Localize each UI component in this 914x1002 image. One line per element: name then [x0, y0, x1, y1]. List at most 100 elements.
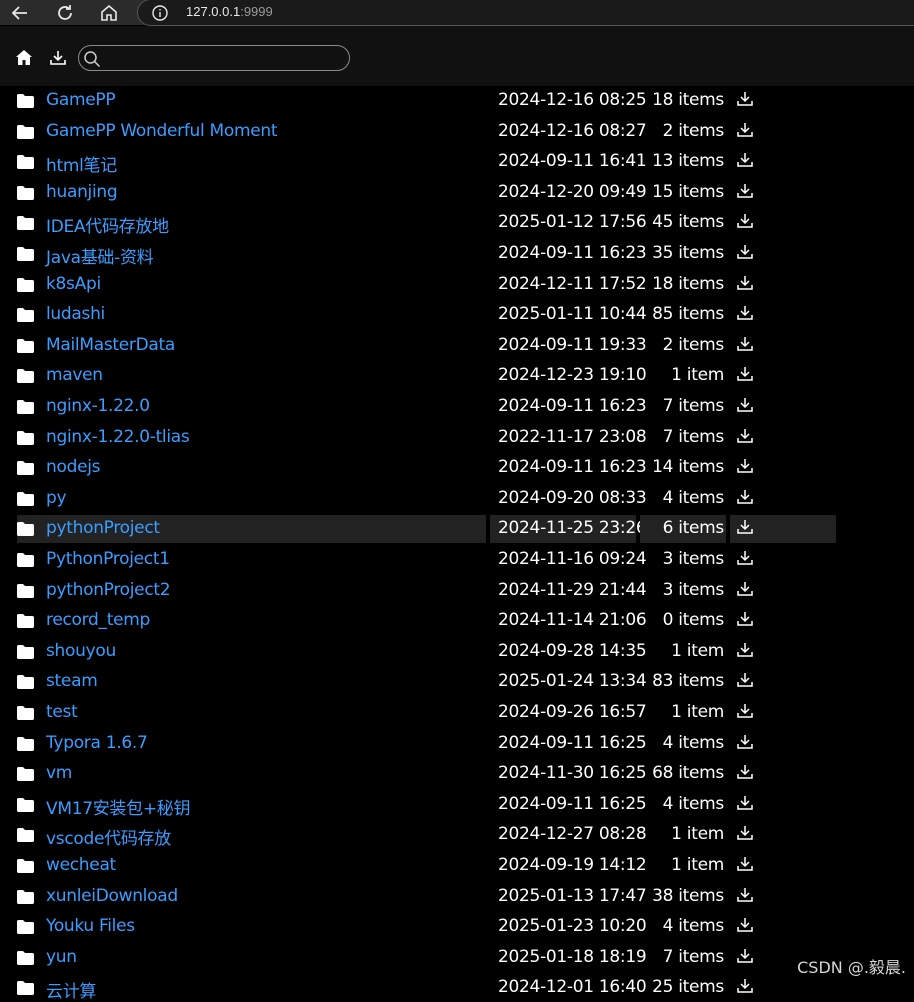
file-name-link[interactable]: huanjing	[46, 182, 118, 202]
site-info-icon[interactable]	[152, 5, 168, 25]
file-row[interactable]: pythonProject2 2024-11-29 21:44 3 items	[17, 577, 836, 605]
download-icon[interactable]	[736, 671, 754, 693]
file-name-link[interactable]: vm	[46, 763, 72, 783]
download-icon[interactable]	[736, 121, 754, 143]
file-name-link[interactable]: ludashi	[46, 304, 105, 324]
download-icon[interactable]	[736, 794, 754, 816]
download-icon[interactable]	[736, 182, 754, 204]
download-icon[interactable]	[736, 243, 754, 265]
file-name-link[interactable]: pythonProject	[46, 518, 160, 538]
download-icon[interactable]	[736, 488, 754, 510]
download-icon[interactable]	[736, 90, 754, 112]
file-name-link[interactable]: Java基础-资料	[46, 243, 154, 268]
download-icon[interactable]	[736, 580, 754, 602]
file-name-link[interactable]: py	[46, 488, 67, 508]
file-name-link[interactable]: maven	[46, 365, 103, 385]
file-row[interactable]: xunleiDownload 2025-01-13 17:47 38 items	[17, 883, 836, 911]
download-icon[interactable]	[736, 396, 754, 418]
download-icon[interactable]	[736, 641, 754, 663]
file-row[interactable]: ludashi 2025-01-11 10:44 85 items	[17, 301, 836, 329]
file-name-link[interactable]: Typora 1.6.7	[46, 733, 148, 753]
download-icon[interactable]	[736, 212, 754, 234]
download-icon[interactable]	[736, 457, 754, 479]
file-row[interactable]: maven 2024-12-23 19:10 1 item	[17, 362, 836, 390]
file-name-link[interactable]: record_temp	[46, 610, 150, 630]
file-row[interactable]: Typora 1.6.7 2024-09-11 16:25 4 items	[17, 730, 836, 758]
file-row[interactable]: k8sApi 2024-12-11 17:52 18 items	[17, 271, 836, 299]
file-row[interactable]: html笔记 2024-09-11 16:41 13 items	[17, 148, 836, 176]
reload-button[interactable]	[54, 2, 76, 24]
file-row[interactable]: nginx-1.22.0-tlias 2022-11-17 23:08 7 item…	[17, 424, 836, 452]
file-name-link[interactable]: Youku Files	[46, 916, 135, 936]
file-name-link[interactable]: MailMasterData	[46, 335, 175, 355]
download-icon[interactable]	[736, 304, 754, 326]
file-name-link[interactable]: vscode代码存放	[46, 824, 171, 849]
download-icon[interactable]	[736, 610, 754, 632]
file-name-link[interactable]: wecheat	[46, 855, 116, 875]
file-row[interactable]: nginx-1.22.0 2024-09-11 16:23 7 items	[17, 393, 836, 421]
home-button[interactable]	[14, 48, 34, 68]
file-row[interactable]: nodejs 2024-09-11 16:23 14 items	[17, 454, 836, 482]
download-all-button[interactable]	[48, 48, 68, 68]
file-name-link[interactable]: steam	[46, 671, 98, 691]
file-row[interactable]: pythonProject 2024-11-25 23:26 6 items	[17, 515, 836, 544]
file-name-link[interactable]: nginx-1.22.0	[46, 396, 150, 416]
file-row[interactable]: IDEA代码存放地 2025-01-12 17:56 45 items	[17, 209, 836, 237]
home-browser-button[interactable]	[98, 2, 120, 24]
file-name-link[interactable]: nodejs	[46, 457, 101, 477]
search-input[interactable]	[105, 49, 345, 69]
file-row[interactable]: wecheat 2024-09-19 14:12 1 item	[17, 852, 836, 880]
file-row[interactable]: test 2024-09-26 16:57 1 item	[17, 699, 836, 727]
download-icon[interactable]	[736, 151, 754, 173]
file-name-link[interactable]: k8sApi	[46, 274, 101, 294]
file-row[interactable]: VM17安装包+秘钥 2024-09-11 16:25 4 items	[17, 791, 836, 819]
back-button[interactable]	[9, 2, 31, 24]
download-icon[interactable]	[736, 947, 754, 969]
file-name-link[interactable]: 云计算	[46, 977, 96, 1002]
download-icon[interactable]	[736, 763, 754, 785]
file-row[interactable]: vscode代码存放 2024-12-27 08:28 1 item	[17, 821, 836, 849]
download-icon[interactable]	[736, 886, 754, 908]
download-icon[interactable]	[736, 702, 754, 724]
file-row[interactable]: Youku Files 2025-01-23 10:20 4 items	[17, 913, 836, 941]
file-row[interactable]: yun 2025-01-18 18:19 7 items	[17, 944, 836, 972]
download-icon[interactable]	[736, 518, 754, 540]
download-icon[interactable]	[736, 549, 754, 571]
file-row[interactable]: PythonProject1 2024-11-16 09:24 3 items	[17, 546, 836, 574]
file-name-link[interactable]: pythonProject2	[46, 580, 171, 600]
file-row[interactable]: 云计算 2024-12-01 16:40 25 items	[17, 974, 836, 1002]
file-row[interactable]: steam 2025-01-24 13:34 83 items	[17, 668, 836, 696]
file-row[interactable]: vm 2024-11-30 16:25 68 items	[17, 760, 836, 788]
search-box[interactable]	[78, 45, 350, 71]
file-name-link[interactable]: IDEA代码存放地	[46, 212, 169, 237]
address-bar[interactable]: 127.0.0.1:9999	[137, 0, 914, 26]
file-name-link[interactable]: yun	[46, 947, 77, 967]
file-date-cell: 2025-01-13 17:47	[490, 883, 647, 911]
file-row[interactable]: Java基础-资料 2024-09-11 16:23 35 items	[17, 240, 836, 268]
file-name-link[interactable]: PythonProject1	[46, 549, 170, 569]
file-row[interactable]: shouyou 2024-09-28 14:35 1 item	[17, 638, 836, 666]
file-name-link[interactable]: GamePP	[46, 90, 116, 110]
file-name-link[interactable]: GamePP Wonderful Moment	[46, 121, 278, 141]
download-icon[interactable]	[736, 824, 754, 846]
file-row[interactable]: record_temp 2024-11-14 21:06 0 items	[17, 607, 836, 635]
file-name-link[interactable]: xunleiDownload	[46, 886, 178, 906]
file-name-link[interactable]: shouyou	[46, 641, 116, 661]
download-icon[interactable]	[736, 916, 754, 938]
file-row[interactable]: py 2024-09-20 08:33 4 items	[17, 485, 836, 513]
download-icon[interactable]	[736, 733, 754, 755]
file-name-link[interactable]: html笔记	[46, 151, 117, 176]
file-row[interactable]: GamePP 2024-12-16 08:25 18 items	[17, 87, 836, 115]
file-name-link[interactable]: test	[46, 702, 78, 722]
download-icon[interactable]	[736, 855, 754, 877]
download-icon[interactable]	[736, 427, 754, 449]
download-icon[interactable]	[736, 335, 754, 357]
file-name-link[interactable]: nginx-1.22.0-tlias	[46, 427, 190, 447]
file-row[interactable]: MailMasterData 2024-09-11 19:33 2 items	[17, 332, 836, 360]
file-name-link[interactable]: VM17安装包+秘钥	[46, 794, 190, 819]
file-date: 2024-09-11 16:25	[498, 732, 647, 753]
download-icon[interactable]	[736, 274, 754, 296]
file-row[interactable]: GamePP Wonderful Moment 2024-12-16 08:27 2…	[17, 118, 836, 146]
download-icon[interactable]	[736, 365, 754, 387]
file-row[interactable]: huanjing 2024-12-20 09:49 15 items	[17, 179, 836, 207]
